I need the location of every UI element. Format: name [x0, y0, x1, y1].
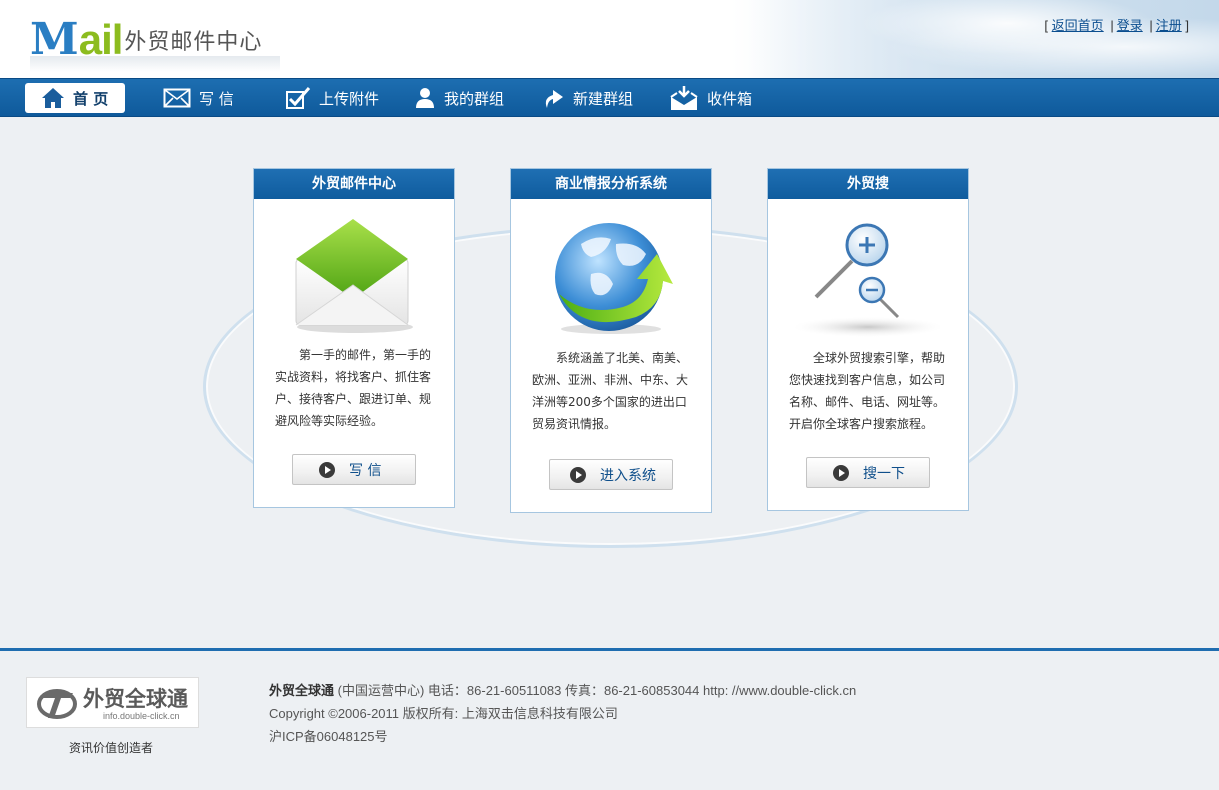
- nav-item-label: 新建群组: [573, 89, 634, 108]
- magnifier-icon: [793, 223, 943, 337]
- nav-item-home[interactable]: 首 页: [25, 83, 125, 113]
- logo-title: 外贸邮件中心: [124, 30, 263, 55]
- envelope-image: [254, 199, 454, 344]
- card-title: 外贸邮件中心: [254, 169, 454, 199]
- arrow-right-icon: [833, 464, 849, 481]
- globe-icon: [555, 223, 673, 334]
- write-button[interactable]: 写 信: [292, 454, 416, 485]
- footer-copyright: Copyright ©2006-2011 版权所有: 上海双击信息科技有限公司: [269, 706, 618, 721]
- nav-item-upload[interactable]: 上传附件: [285, 83, 379, 113]
- globe-image: [511, 199, 711, 344]
- site-logo[interactable]: M ail 外贸邮件中心: [30, 12, 262, 62]
- button-label: 写 信: [349, 462, 382, 479]
- footer-logo-url: info.double-click.cn: [103, 711, 180, 721]
- footer-info: 外贸全球通 (中国运营中心) 电话：86-21-60511083 传真：86-2…: [269, 679, 856, 748]
- nav-item-write[interactable]: 写 信: [163, 83, 234, 113]
- redo-arrow-icon: [545, 90, 563, 108]
- footer: 外贸全球通 info.double-click.cn 资讯价值创造者 外贸全球通…: [0, 648, 1219, 790]
- nav-item-inbox[interactable]: 收件箱: [669, 83, 752, 113]
- nav-item-my-groups[interactable]: 我的群组: [414, 83, 504, 113]
- card-title: 商业情报分析系统: [511, 169, 711, 199]
- button-label: 进入系统: [600, 467, 656, 484]
- login-link[interactable]: 登录: [1117, 18, 1143, 33]
- main-content: 外贸邮件中心 第一手的邮件，第一手的实战资料，将找客户、抓住客户、接待客户、跟进…: [0, 117, 1219, 648]
- checkbox-icon: [286, 87, 311, 109]
- card-description: 系统涵盖了北美、南美、欧洲、亚洲、非洲、中东、大洋洲等200多个国家的进出口贸易…: [532, 351, 689, 431]
- cloud-decoration: [749, 0, 1219, 78]
- home-icon: [42, 88, 64, 108]
- user-icon: [416, 88, 434, 108]
- nav-item-label: 写 信: [199, 89, 234, 108]
- card-title: 外贸搜: [768, 169, 968, 199]
- nav-item-label: 我的群组: [444, 89, 505, 108]
- envelope-icon: [295, 219, 413, 333]
- card-mail-center: 外贸邮件中心 第一手的邮件，第一手的实战资料，将找客户、抓住客户、接待客户、跟进…: [253, 168, 455, 508]
- main-nav: 首 页 写 信 上传附件 我的群组 新建群组 收件箱: [0, 78, 1219, 117]
- separator: |: [1110, 18, 1114, 33]
- footer-icp: 沪ICP备06048125号: [269, 729, 388, 744]
- logo-reflection: [30, 56, 280, 72]
- nav-item-label: 上传附件: [319, 89, 380, 108]
- back-home-link[interactable]: 返回首页: [1052, 18, 1104, 33]
- footer-slogan: 资讯价值创造者: [69, 741, 154, 755]
- separator: |: [1149, 18, 1153, 33]
- footer-logo[interactable]: 外贸全球通 info.double-click.cn: [26, 677, 199, 728]
- arrow-right-icon: [319, 461, 335, 478]
- arrow-right-icon: [570, 466, 586, 483]
- enter-system-button[interactable]: 进入系统: [549, 459, 673, 490]
- footer-brand: 外贸全球通: [269, 683, 335, 698]
- bracket-open: [: [1044, 18, 1049, 33]
- nav-item-label: 收件箱: [707, 89, 753, 108]
- magnifier-image: [768, 199, 968, 344]
- footer-contact-line: 外贸全球通 (中国运营中心) 电话：86-21-60511083 传真：86-2…: [269, 679, 856, 702]
- bracket-close: ]: [1185, 18, 1189, 33]
- header: M ail 外贸邮件中心 [ 返回首页 | 登录 | 注册 ]: [0, 0, 1219, 78]
- inbox-icon: [670, 86, 698, 110]
- card-trade-search: 外贸搜 全球外贸搜索引擎，帮助您快速找到客户信息，如公司名称、邮件、电话、网址等…: [767, 168, 969, 511]
- nav-item-label: 首 页: [73, 89, 109, 108]
- card-description: 全球外贸搜索引擎，帮助您快速找到客户信息，如公司名称、邮件、电话、网址等。开启你…: [789, 351, 946, 431]
- globe-t-logo-icon: [37, 689, 77, 719]
- envelope-icon: [163, 88, 191, 108]
- card-business-intel: 商业情报分析系统 系统涵盖了北美、南美、欧洲、亚洲、非洲、中东、大洋洲等200多…: [510, 168, 712, 513]
- register-link[interactable]: 注册: [1156, 18, 1182, 33]
- button-label: 搜一下: [863, 465, 905, 482]
- search-button[interactable]: 搜一下: [806, 457, 930, 488]
- top-links: [ 返回首页 | 登录 | 注册 ]: [1044, 15, 1189, 34]
- footer-logo-text: 外贸全球通: [83, 687, 188, 711]
- card-description: 第一手的邮件，第一手的实战资料，将找客户、抓住客户、接待客户、跟进订单、规避风险…: [275, 348, 432, 428]
- footer-contact: (中国运营中心) 电话：86-21-60511083 传真：86-21-6085…: [337, 683, 857, 698]
- nav-item-new-group[interactable]: 新建群组: [541, 83, 633, 113]
